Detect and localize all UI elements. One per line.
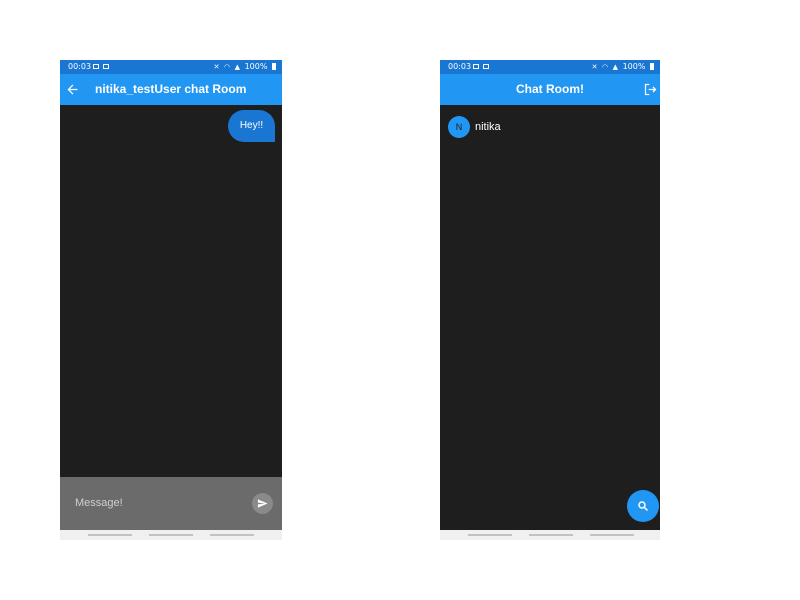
gallery-icon: [103, 64, 109, 69]
message-composer: [60, 477, 282, 530]
system-nav-bar: [440, 530, 660, 540]
avatar: N: [448, 116, 470, 138]
page-title: Chat Room!: [516, 82, 584, 96]
chat-screen: 00:03 ✕ ◠ ▲ 100% nitika_testUser chat Ro…: [60, 60, 282, 540]
search-icon: [638, 501, 649, 512]
nav-recent-button[interactable]: [468, 534, 512, 536]
status-bar: 00:03 ✕ ◠ ▲ 100%: [440, 60, 660, 74]
nav-back-button[interactable]: [590, 534, 634, 536]
arrow-back-icon[interactable]: [65, 82, 80, 97]
send-icon: [257, 499, 268, 508]
status-right-group: ✕ ◠ ▲ 100%: [214, 60, 276, 74]
battery-icon: [272, 63, 276, 70]
room-list-item[interactable]: N nitika: [440, 115, 660, 141]
battery-percent: 100%: [244, 62, 268, 71]
room-list: N nitika: [440, 105, 660, 530]
app-bar: Chat Room!: [440, 74, 660, 105]
search-fab-button[interactable]: [627, 490, 659, 522]
message-list[interactable]: Hey!!: [60, 105, 282, 477]
mute-icon: ✕: [591, 63, 598, 71]
battery-icon: [650, 63, 654, 70]
nav-home-button[interactable]: [529, 534, 573, 536]
notification-icon: [93, 64, 99, 69]
room-name: nitika: [475, 121, 501, 133]
nav-recent-button[interactable]: [88, 534, 132, 536]
message-input[interactable]: [68, 487, 252, 519]
signal-icon: ▲: [612, 63, 619, 71]
send-button[interactable]: [252, 493, 273, 514]
status-time: 00:03: [448, 62, 472, 71]
notification-icon: [473, 64, 479, 69]
nav-back-button[interactable]: [210, 534, 254, 536]
sent-message-bubble: Hey!!: [228, 110, 275, 142]
wifi-icon: ◠: [601, 63, 609, 71]
status-right-group: ✕ ◠ ▲ 100%: [592, 60, 654, 74]
app-bar: nitika_testUser chat Room: [60, 74, 282, 105]
status-bar: 00:03 ✕ ◠ ▲ 100%: [60, 60, 282, 74]
status-time: 00:03: [68, 62, 92, 71]
page-title: nitika_testUser chat Room: [95, 82, 247, 96]
battery-percent: 100%: [622, 62, 646, 71]
rooms-screen: 00:03 ✕ ◠ ▲ 100% Chat Room! N nitika: [440, 60, 660, 540]
system-nav-bar: [60, 530, 282, 540]
logout-icon[interactable]: [643, 82, 658, 97]
nav-home-button[interactable]: [149, 534, 193, 536]
mute-icon: ✕: [213, 63, 220, 71]
wifi-icon: ◠: [223, 63, 231, 71]
gallery-icon: [483, 64, 489, 69]
signal-icon: ▲: [234, 63, 241, 71]
